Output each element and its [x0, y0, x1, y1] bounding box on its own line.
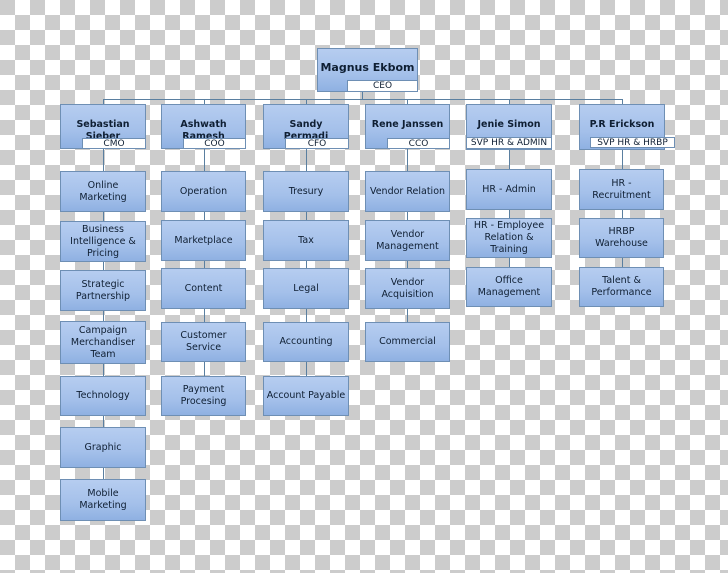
unit-box[interactable]: Payment Procesing — [161, 376, 246, 416]
unit-box[interactable]: Technology — [60, 376, 146, 416]
unit-box[interactable]: Account Payable — [263, 376, 349, 416]
unit-box[interactable]: Business Intelligence & Pricing — [60, 221, 146, 262]
unit-box[interactable]: Vendor Relation — [365, 171, 450, 212]
executive-title-tag: CCO — [387, 138, 450, 149]
unit-box[interactable]: Tresury — [263, 171, 349, 212]
unit-box[interactable]: Tax — [263, 220, 349, 261]
unit-box[interactable]: HR - Recruitment — [579, 169, 664, 210]
unit-box[interactable]: Content — [161, 268, 246, 309]
unit-box[interactable]: Commercial — [365, 322, 450, 362]
ceo-title-tag: CEO — [347, 80, 418, 92]
unit-box[interactable]: HRBP Warehouse — [579, 218, 664, 258]
unit-box[interactable]: Marketplace — [161, 220, 246, 261]
unit-box[interactable]: HR - Admin — [466, 169, 552, 210]
unit-box[interactable]: Accounting — [263, 322, 349, 362]
unit-box[interactable]: Legal — [263, 268, 349, 309]
unit-box[interactable]: Graphic — [60, 427, 146, 468]
org-chart: Magnus Ekbom CEO Sebastian Sieber CMO On… — [0, 0, 728, 573]
unit-box[interactable]: Customer Service — [161, 322, 246, 362]
unit-box[interactable]: Vendor Acquisition — [365, 268, 450, 309]
connector-horizontal-bus — [103, 99, 623, 100]
unit-box[interactable]: Talent & Performance — [579, 267, 664, 307]
ceo-name: Magnus Ekbom — [320, 61, 415, 74]
unit-box[interactable]: Strategic Partnership — [60, 270, 146, 311]
unit-box[interactable]: Office Management — [466, 267, 552, 307]
unit-box[interactable]: Vendor Management — [365, 220, 450, 261]
executive-title-tag: COO — [183, 138, 246, 149]
unit-box[interactable]: Campaign Merchandiser Team — [60, 321, 146, 364]
executive-title-tag: SVP HR & HRBP — [590, 137, 675, 148]
executive-title-tag: SVP HR & ADMIN — [466, 137, 552, 149]
unit-box[interactable]: HR - Employee Relation & Training — [466, 218, 552, 258]
unit-box[interactable]: Mobile Marketing — [60, 479, 146, 521]
executive-name: P.R Erickson — [589, 119, 655, 130]
executive-title-tag: CFO — [285, 138, 349, 149]
unit-box[interactable]: Online Marketing — [60, 171, 146, 212]
executive-name: Rene Janssen — [371, 119, 444, 130]
unit-box[interactable]: Operation — [161, 171, 246, 212]
executive-title-tag: CMO — [82, 138, 146, 149]
executive-name: Jenie Simon — [477, 119, 541, 130]
